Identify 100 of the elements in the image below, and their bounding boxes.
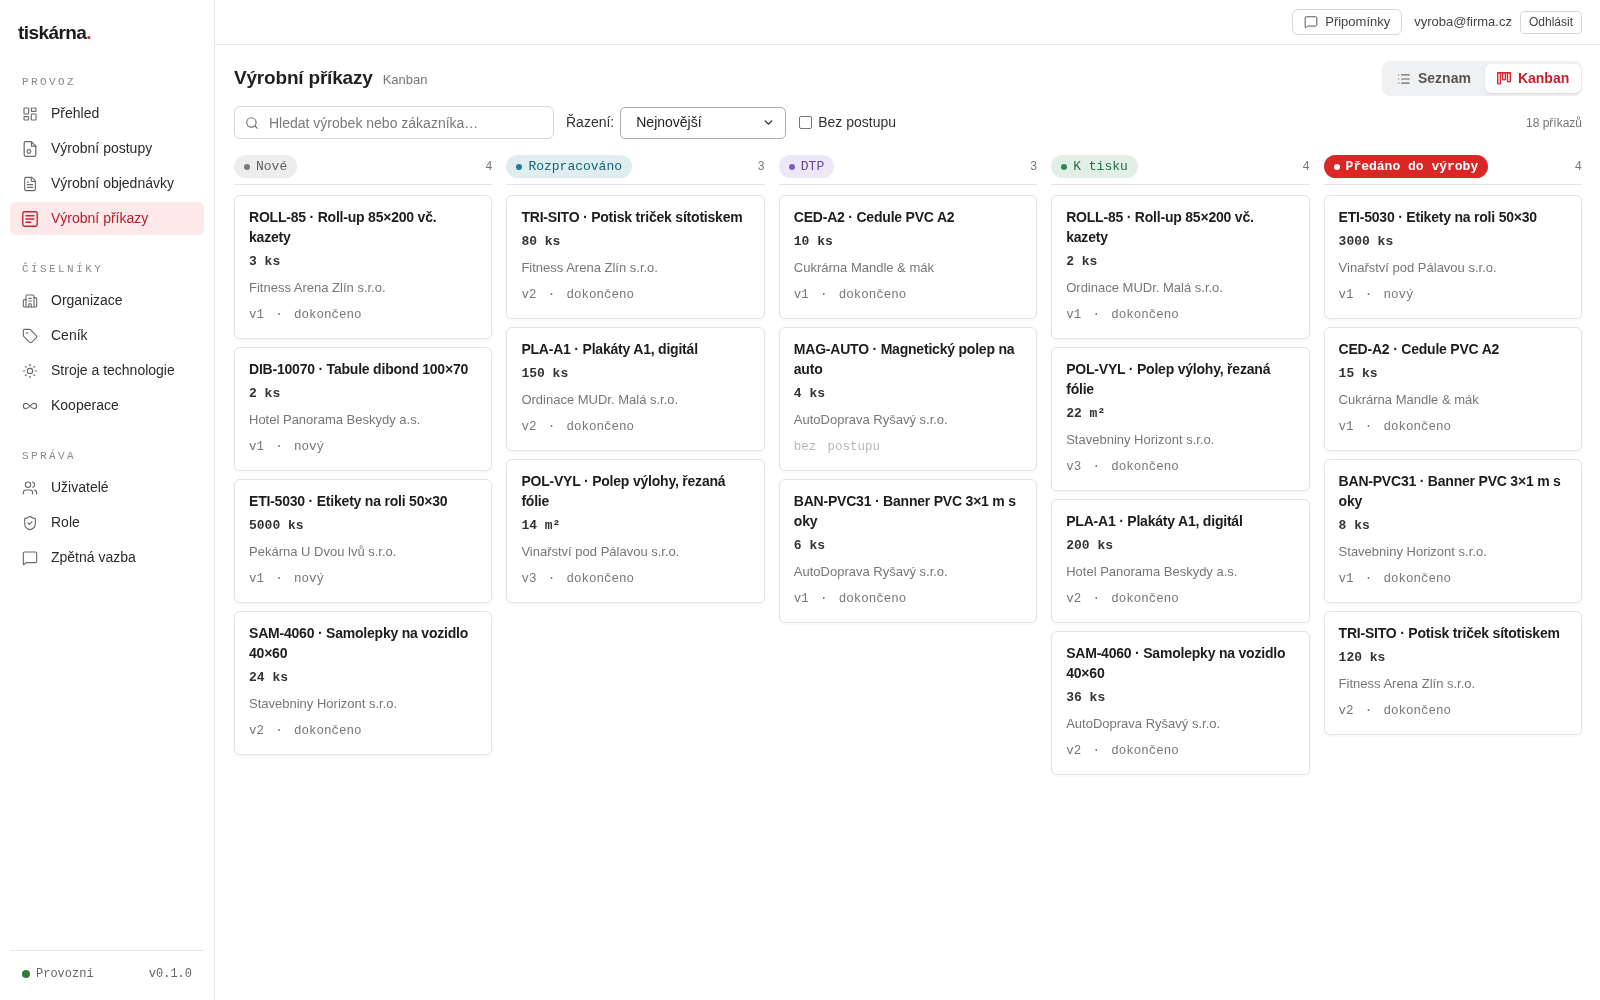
order-card[interactable]: PLA-A1 · Plakáty A1, digitál 200 ks Hotel Panorama Beskydy a.s. v2 · dokončeno: [1051, 499, 1310, 623]
card-meta: v3 · dokončeno: [521, 571, 634, 588]
order-card[interactable]: ETI-5030 · Etikety na roli 50×30 3000 ks Vinařství pod Pálavou s.r.o. v1 · nový: [1323, 195, 1582, 319]
card-quantity: 22 m²: [1066, 405, 1106, 423]
card-customer: Pekárna U Dvou lvů s.r.o.: [249, 543, 397, 561]
page-subtitle: Kanban: [382, 71, 428, 90]
chat-bubble-icon: [1304, 15, 1319, 29]
card-meta: v2 · dokončeno: [1066, 591, 1179, 608]
card-meta: v2 · dokončeno: [521, 287, 634, 304]
card-title: SAM-4060 · Samolepky na vozidlo 40×60: [249, 624, 470, 663]
order-card[interactable]: TRI-SITO · Potisk triček sítotiskem 80 ks Fitness Arena Zlín s.r.o. v2 · dokončeno: [506, 195, 765, 319]
card-quantity: 2 ks: [249, 385, 281, 403]
card-title: PLA-A1 · Plakáty A1, digitál: [521, 340, 698, 359]
card-quantity: 2 ks: [1066, 253, 1098, 271]
card-meta: v1 · nový: [249, 439, 324, 456]
building-icon: [22, 292, 38, 309]
order-card[interactable]: DIB-10070 · Tabule dibond 100×70 2 ks Hotel Panorama Beskydy a.s. v1 · nový: [234, 347, 493, 471]
card-customer: Fitness Arena Zlín s.r.o.: [1338, 675, 1476, 693]
sidebar-item[interactable]: Kooperace: [10, 389, 204, 422]
card-quantity: 10 ks: [793, 233, 833, 251]
order-card[interactable]: POL-VYL · Polep výlohy, řezaná fólie 14 m² Vinařství pod Pálavou s.r.o. v3 · dokončeno: [506, 459, 765, 603]
card-title: POL-VYL · Polep výlohy, řezaná fólie: [521, 472, 727, 511]
sidebar-item[interactable]: Uživatelé: [10, 471, 204, 504]
list-square-icon: [22, 210, 38, 227]
order-card[interactable]: SAM-4060 · Samolepky na vozidlo 40×60 24 ks Stavebniny Horizont s.r.o. v2 · dokončeno: [234, 611, 493, 755]
order-card[interactable]: POL-VYL · Polep výlohy, řezaná fólie 22 m² Stavebniny Horizont s.r.o. v3 · dokončeno: [1051, 347, 1310, 491]
card-quantity: 4 ks: [793, 385, 825, 403]
tag-icon: [22, 327, 38, 344]
sidebar-item[interactable]: Výrobní příkazy: [10, 202, 204, 235]
card-customer: Cukrárna Mandle & mák: [1338, 391, 1479, 409]
sidebar-item[interactable]: Přehled: [10, 97, 204, 130]
search-field[interactable]: Hledat výrobek nebo zákazníka…: [234, 106, 554, 139]
sort-label: Řazení:: [566, 113, 615, 132]
card-title: TRI-SITO · Potisk triček sítotiskem: [1338, 624, 1560, 643]
checkbox-label: Bez postupu: [818, 113, 897, 132]
view-toggle-button[interactable]: Kanban: [1484, 64, 1582, 93]
users-icon: [22, 479, 38, 496]
card-meta: v2 · dokončeno: [249, 723, 362, 740]
order-card[interactable]: SAM-4060 · Samolepky na vozidlo 40×60 36 ks AutoDoprava Ryšavý s.r.o. v2 · dokončeno: [1051, 631, 1310, 775]
view-toggle-button[interactable]: Seznam: [1385, 64, 1483, 93]
card-title: MAG-AUTO · Magnetický polep na auto: [793, 340, 1016, 379]
sort-select[interactable]: Nejnovější: [620, 106, 787, 139]
page-title: Výrobní příkazy: [234, 66, 373, 91]
sidebar-item[interactable]: Organizace: [10, 284, 204, 317]
card-quantity: 150 ks: [521, 365, 569, 383]
card-title: DIB-10070 · Tabule dibond 100×70: [249, 360, 469, 379]
column-count: 4: [1302, 158, 1310, 176]
card-quantity: 6 ks: [793, 537, 825, 555]
shield-check-icon: [22, 514, 38, 531]
chat-bubble-icon: [22, 549, 38, 566]
sidebar-item[interactable]: Ceník: [10, 319, 204, 352]
column-title: Předáno do výroby: [1345, 157, 1479, 176]
card-meta: v1 · dokončeno: [793, 591, 907, 608]
card-title: POL-VYL · Polep výlohy, řezaná fólie: [1066, 360, 1272, 399]
status-text: Provozni: [36, 966, 94, 983]
order-card[interactable]: ROLL-85 · Roll-up 85×200 vč. kazety 3 ks Fitness Arena Zlín s.r.o. v1 · dokončeno: [234, 195, 493, 339]
order-card[interactable]: BAN-PVC31 · Banner PVC 3×1 m s oky 8 ks Stavebniny Horizont s.r.o. v1 · dokončeno: [1323, 459, 1582, 603]
order-card[interactable]: ETI-5030 · Etikety na roli 50×30 5000 ks Pekárna U Dvou lvů s.r.o. v1 · nový: [234, 479, 493, 603]
user-email: vyroba@firma.cz: [1414, 13, 1512, 32]
card-quantity: 36 ks: [1066, 689, 1106, 707]
card-customer: Hotel Panorama Beskydy a.s.: [249, 411, 421, 429]
version-text: v0.1.0: [148, 966, 192, 983]
sidebar-item[interactable]: Zpětná vazba: [10, 541, 204, 574]
feedback-button[interactable]: Připomínky: [1292, 9, 1403, 35]
order-card[interactable]: CED-A2 · Cedule PVC A2 15 ks Cukrárna Mandle & mák v1 · dokončeno: [1323, 327, 1582, 451]
card-quantity: 3000 ks: [1338, 233, 1394, 251]
order-card[interactable]: ROLL-85 · Roll-up 85×200 vč. kazety 2 ks Ordinace MUDr. Malá s.r.o. v1 · dokončeno: [1051, 195, 1310, 339]
card-customer: Fitness Arena Zlín s.r.o.: [249, 279, 386, 297]
column-count: 4: [1574, 158, 1582, 176]
logout-button[interactable]: Odhlásit: [1519, 10, 1582, 34]
card-title: ROLL-85 · Roll-up 85×200 vč. kazety: [1066, 208, 1255, 247]
card-customer: Cukrárna Mandle & mák: [793, 259, 934, 277]
checkbox[interactable]: [799, 116, 813, 129]
sidebar-item[interactable]: Role: [10, 506, 204, 539]
card-title: ETI-5030 · Etikety na roli 50×30: [1338, 208, 1537, 227]
order-card[interactable]: PLA-A1 · Plakáty A1, digitál 150 ks Ordinace MUDr. Malá s.r.o. v2 · dokončeno: [506, 327, 765, 451]
dashboard-icon: [22, 105, 38, 122]
sidebar-item[interactable]: Výrobní postupy: [10, 132, 204, 165]
column-count: 3: [757, 158, 765, 176]
card-customer: Stavebniny Horizont s.r.o.: [1066, 431, 1215, 449]
section-label: ČÍSELNÍKY: [22, 261, 104, 277]
card-title: ROLL-85 · Roll-up 85×200 vč. kazety: [249, 208, 438, 247]
sun-icon: [22, 362, 38, 379]
sidebar-item[interactable]: Výrobní objednávky: [10, 167, 204, 200]
order-card[interactable]: BAN-PVC31 · Banner PVC 3×1 m s oky 6 ks AutoDoprava Ryšavý s.r.o. v1 · dokončeno: [778, 479, 1038, 623]
order-card[interactable]: CED-A2 · Cedule PVC A2 10 ks Cukrárna Mandle & mák v1 · dokončeno: [778, 195, 1038, 319]
order-card[interactable]: MAG-AUTO · Magnetický polep na auto 4 ks AutoDoprava Ryšavý s.r.o. bez postupu: [778, 327, 1038, 471]
order-card[interactable]: TRI-SITO · Potisk triček sítotiskem 120 ks Fitness Arena Zlín s.r.o. v2 · dokončeno: [1323, 611, 1582, 735]
card-title: SAM-4060 · Samolepky na vozidlo 40×60: [1066, 644, 1287, 683]
card-meta: v3 · dokončeno: [1066, 459, 1179, 476]
order-count: 18 příkazů: [1525, 114, 1582, 132]
card-customer: Ordinace MUDr. Malá s.r.o.: [521, 391, 679, 409]
card-customer: AutoDoprava Ryšavý s.r.o.: [1066, 715, 1221, 733]
card-customer: AutoDoprava Ryšavý s.r.o.: [793, 563, 948, 581]
card-customer: AutoDoprava Ryšavý s.r.o.: [793, 411, 948, 429]
card-title: TRI-SITO · Potisk triček sítotiskem: [521, 208, 743, 227]
card-meta: v1 · nový: [249, 571, 324, 588]
sidebar-item[interactable]: Stroje a technologie: [10, 354, 204, 387]
card-title: BAN-PVC31 · Banner PVC 3×1 m s oky: [793, 492, 1017, 531]
card-meta: v2 · dokončeno: [1338, 703, 1452, 720]
